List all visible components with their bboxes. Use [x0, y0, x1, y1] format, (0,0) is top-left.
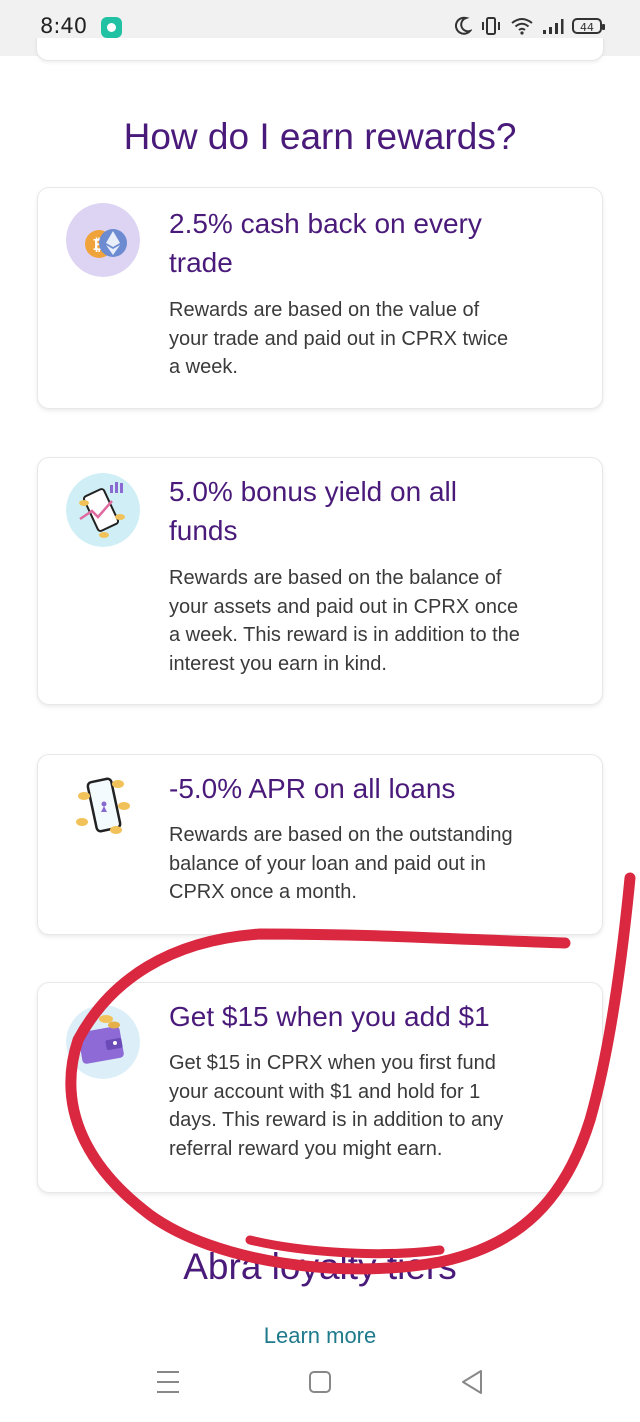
home-icon[interactable]: [308, 1369, 332, 1395]
back-icon[interactable]: [460, 1369, 484, 1395]
red-circle-annotation: [65, 872, 636, 1275]
menu-icon[interactable]: [156, 1369, 180, 1395]
navigation-bar: [0, 1347, 640, 1422]
